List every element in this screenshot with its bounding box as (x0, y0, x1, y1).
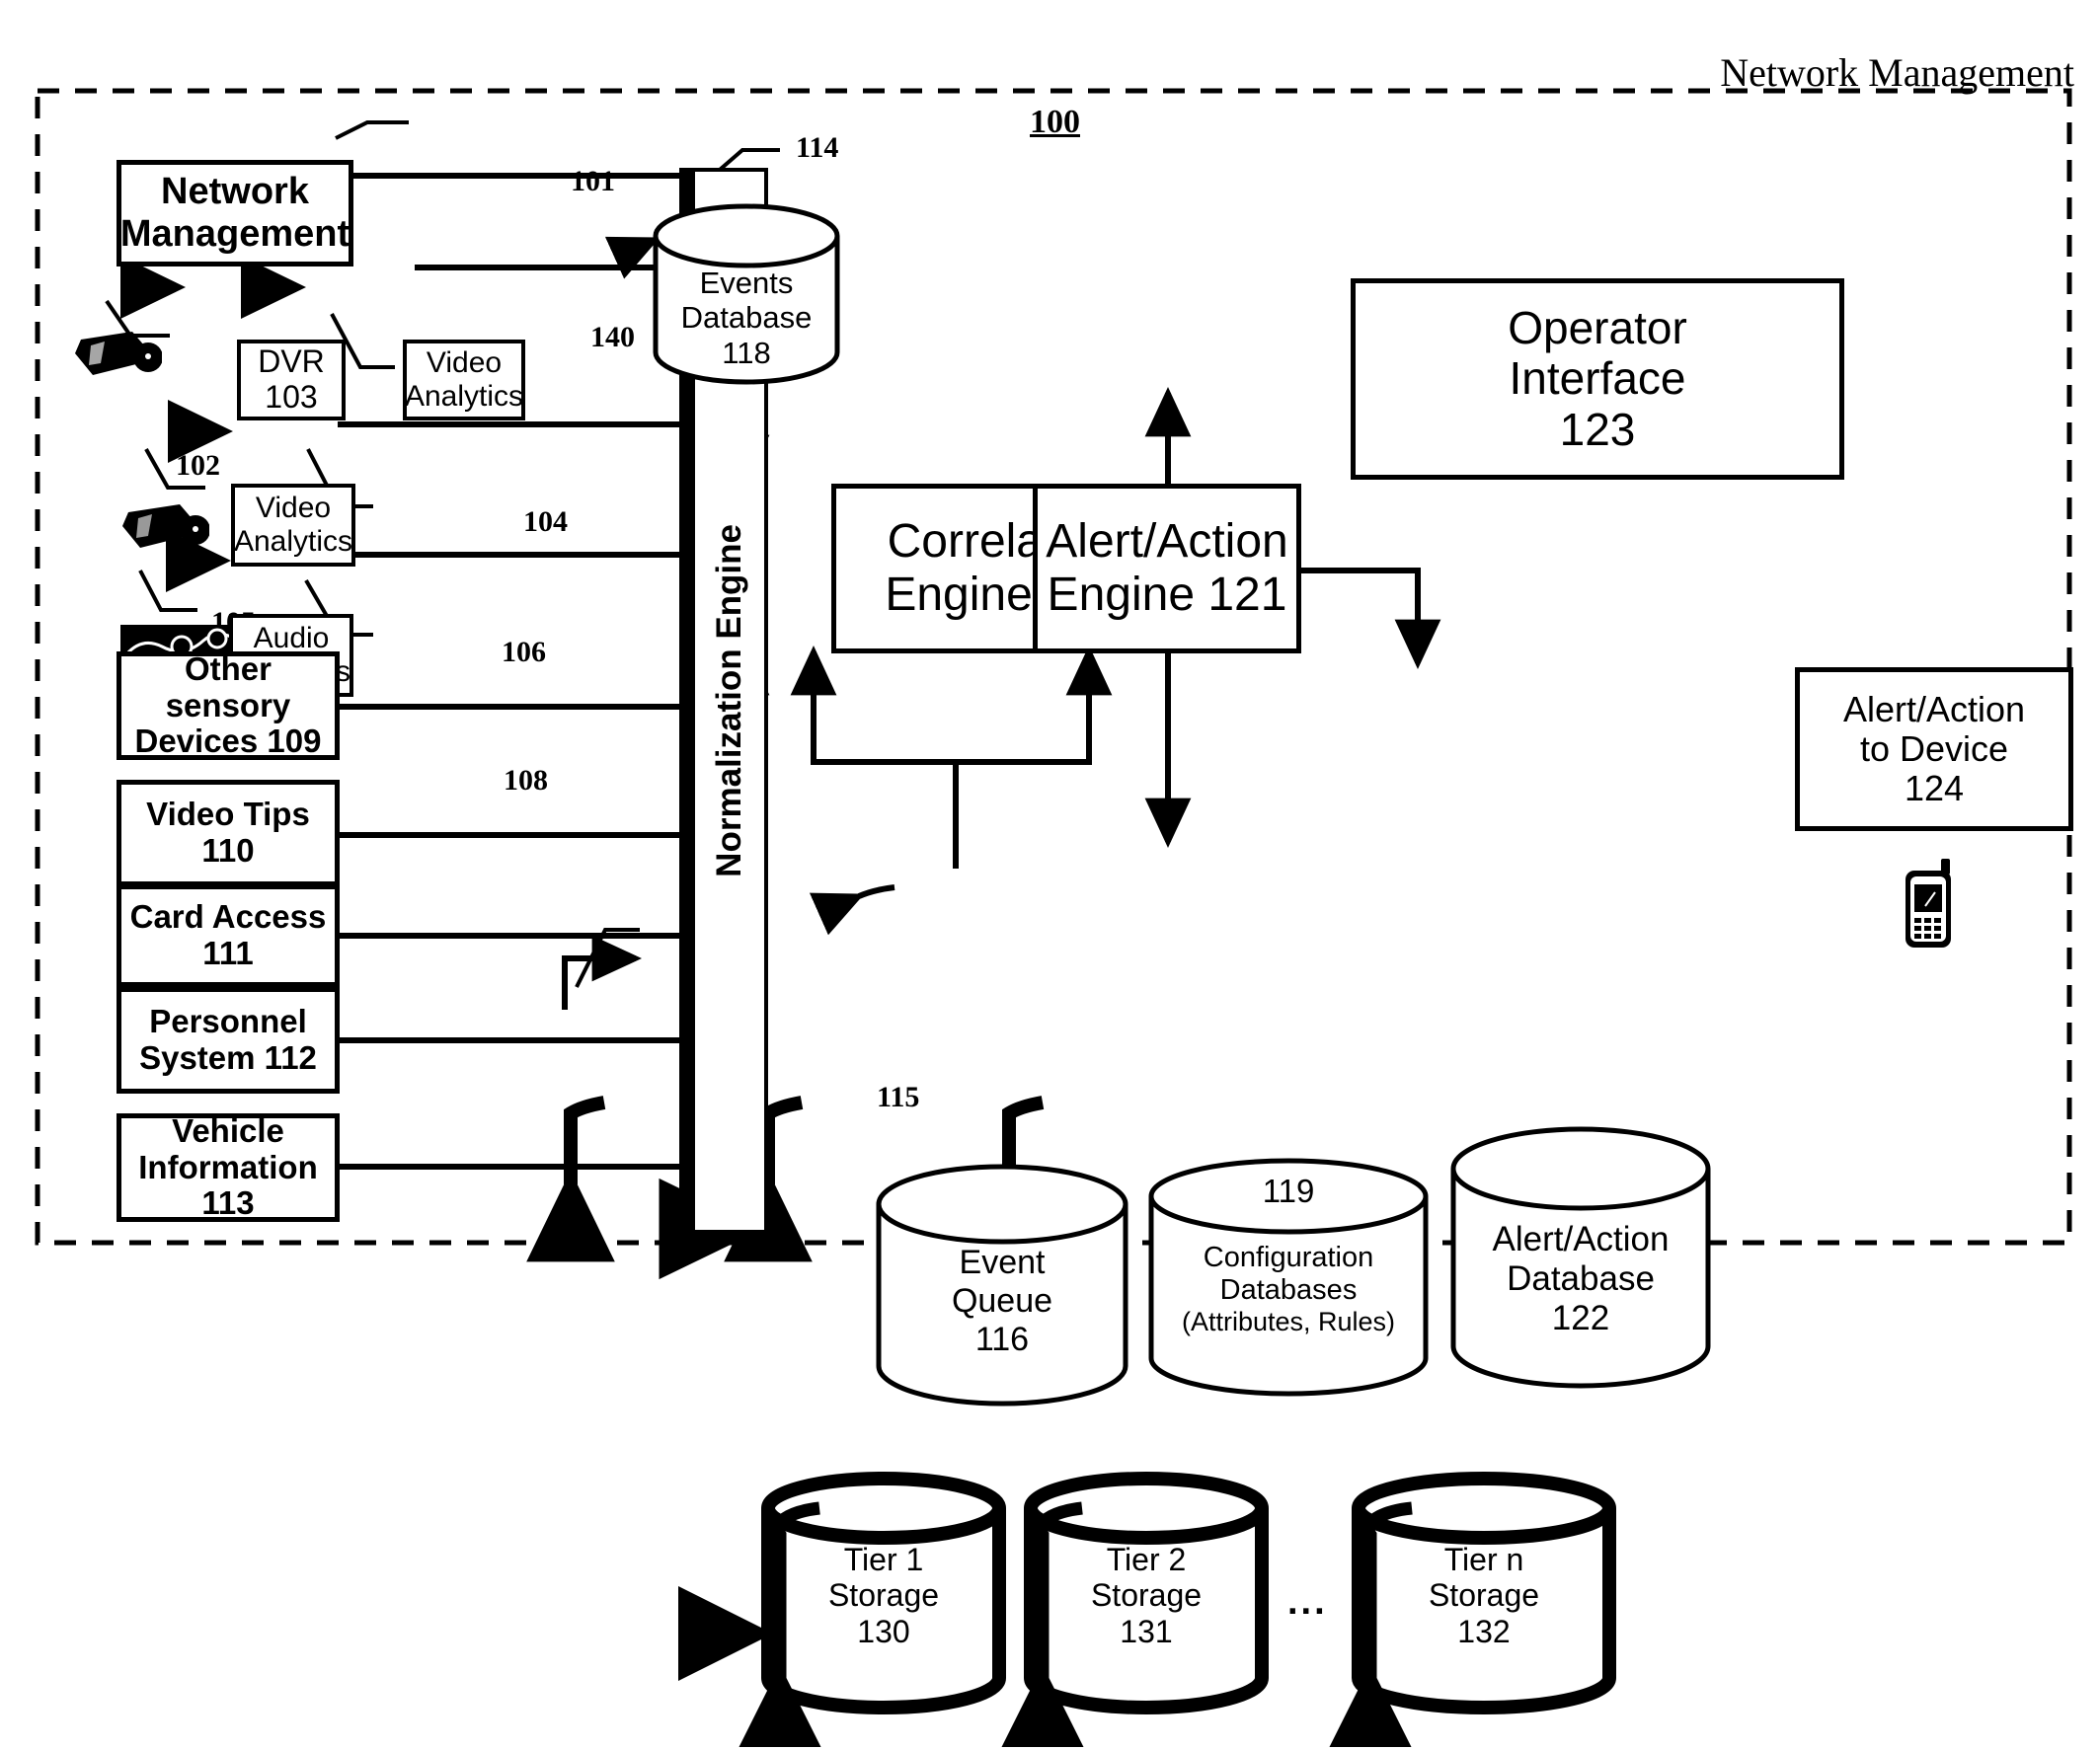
alert-action-database-cylinder[interactable]: Alert/Action Database 122 (1449, 1125, 1712, 1394)
vehicle-line1: Vehicle (172, 1111, 284, 1149)
network-management-line2: Management (119, 213, 350, 255)
config-db-ref-119: 119 (1262, 1173, 1315, 1209)
figure-title: Network Management (1720, 50, 2074, 95)
card-access-line2: 111 (202, 935, 254, 971)
operator-interface-line1: Operator (1508, 301, 1687, 353)
alert-action-device-line2: to Device (1859, 727, 2009, 769)
network-management-line1: Network (161, 171, 309, 213)
video-analytics-2-line1: Video (255, 492, 332, 525)
operator-interface-box[interactable]: Operator Interface 123 (1351, 278, 1844, 480)
other-sensory-line2: Devices 109 (134, 723, 322, 760)
ref-101: 101 (571, 165, 615, 197)
personnel-line1: Personnel (149, 1003, 307, 1040)
video-analytics-1-line1: Video (426, 346, 503, 380)
ref-106: 106 (502, 636, 546, 668)
normalization-engine-label: Normalization Engine (710, 524, 749, 877)
other-sensory-line1: Other sensory (165, 649, 291, 723)
ref-102: 102 (176, 449, 220, 482)
video-analytics-2-line2: Analytics (233, 525, 353, 558)
ref-115: 115 (877, 1081, 920, 1113)
video-analytics-1-box[interactable]: Video Analytics (403, 340, 525, 420)
diagram-canvas: Network Management 100 Network Managemen… (0, 0, 2100, 1750)
card-access-line1: Card Access (129, 898, 327, 936)
dvr-line1: DVR (258, 343, 325, 380)
tier2-storage-cylinder[interactable]: Tier 2 Storage 131 (1023, 1471, 1270, 1727)
tier1-storage-label: Tier 1 Storage 130 (827, 1542, 940, 1649)
alert-action-engine-line2: Engine 121 (1047, 569, 1287, 621)
other-sensory-devices-box[interactable]: Other sensory Devices 109 (117, 649, 340, 760)
alert-action-device-line1: Alert/Action (1842, 688, 2026, 729)
storage-ellipsis: ... (1287, 1581, 1328, 1623)
operator-interface-line3: 123 (1559, 403, 1636, 455)
figure-number: 100 (1030, 104, 1080, 140)
vehicle-line2: Information 113 (138, 1148, 318, 1222)
video-analytics-2-box[interactable]: Video Analytics (231, 484, 355, 567)
video-camera-icon (71, 324, 163, 381)
ref-140: 140 (590, 321, 635, 353)
alert-action-engine-line1: Alert/Action (1046, 515, 1288, 569)
ref-114: 114 (796, 131, 839, 164)
card-access-box[interactable]: Card Access 111 (117, 884, 340, 987)
video-camera-icon (118, 496, 210, 554)
tiern-storage-label: Tier n Storage 132 (1428, 1542, 1540, 1649)
mobile-phone-icon (1896, 857, 1961, 955)
dvr-line2: 103 (265, 379, 318, 415)
personnel-system-box[interactable]: Personnel System 112 (117, 987, 340, 1094)
ref-108: 108 (504, 764, 548, 797)
event-queue-cylinder[interactable]: Event Queue 116 (875, 1163, 1129, 1409)
alert-action-device-line3: 124 (1904, 768, 1965, 809)
network-management-box[interactable]: Network Management (117, 160, 353, 266)
video-tips-box[interactable]: Video Tips 110 (117, 780, 340, 886)
alert-action-to-device-box[interactable]: Alert/Action to Device 124 (1795, 667, 2073, 831)
video-tips-line2: 110 (201, 832, 255, 869)
ref-104: 104 (523, 505, 568, 538)
tiern-storage-cylinder[interactable]: Tier n Storage 132 (1351, 1471, 1617, 1727)
video-tips-line1: Video Tips (146, 796, 310, 833)
operator-interface-line2: Interface (1509, 352, 1686, 405)
alert-action-engine-box[interactable]: Alert/Action Engine 121 (1033, 484, 1301, 653)
tier2-storage-label: Tier 2 Storage 131 (1090, 1542, 1203, 1649)
events-database-cylinder[interactable]: Events Database 118 (652, 202, 841, 386)
event-queue-label: Event Queue 116 (951, 1244, 1053, 1358)
alert-action-database-label: Alert/Action Database 122 (1492, 1220, 1670, 1337)
video-analytics-1-line2: Analytics (404, 380, 524, 413)
configuration-databases-cylinder[interactable]: 119 Configuration Databases (Attributes,… (1147, 1157, 1430, 1402)
events-database-label: Events Database 118 (680, 266, 813, 370)
configuration-databases-label: Configuration Databases (Attributes, Rul… (1181, 1242, 1396, 1337)
vehicle-information-box[interactable]: Vehicle Information 113 (117, 1111, 340, 1222)
dvr-box[interactable]: DVR 103 (237, 340, 346, 420)
personnel-line2: System 112 (139, 1039, 317, 1076)
tier1-storage-cylinder[interactable]: Tier 1 Storage 130 (760, 1471, 1007, 1727)
